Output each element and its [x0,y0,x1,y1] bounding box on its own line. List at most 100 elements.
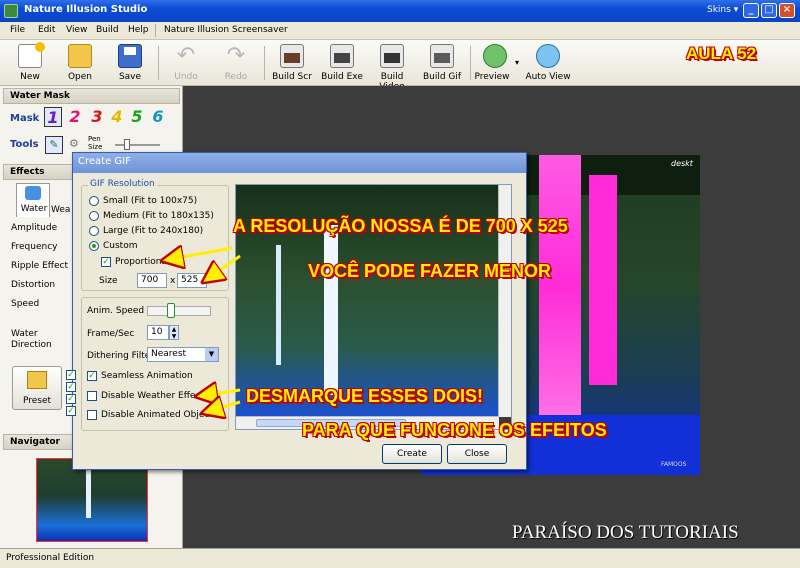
proportional-checkbox[interactable]: ✓ [101,257,111,267]
preview-corner-text: FAMOOS [661,461,687,468]
redo-button[interactable]: ↷ Redo [211,42,261,84]
dialog-close-button[interactable]: Close [447,444,507,464]
param-ripple: Ripple Effect [11,261,68,271]
param-frequency: Frequency [11,242,58,252]
resolution-overlay: A RESOLUÇÃO NOSSA É DE 700 X 525 [233,216,568,236]
anim-speed-slider[interactable] [147,306,211,316]
frame-sec-input[interactable]: 10 [147,325,169,340]
gif-preview-waterfall-small [276,245,281,365]
uncheck-overlay: DESMARQUE ESSES DOIS! [246,386,484,406]
seamless-checkbox[interactable]: ✓ [87,371,97,381]
pen-size-slider-thumb[interactable] [124,139,130,150]
menu-build[interactable]: Build [96,25,119,35]
undo-button[interactable]: ↶ Undo [161,42,211,84]
build-video-button[interactable]: Build Video [367,42,417,92]
proportional-label[interactable]: Proportional [115,257,169,267]
water-tab-icon [25,186,41,200]
effect-checkbox-1[interactable]: ✓ [66,370,76,380]
preview-dropdown-icon[interactable]: ▾ [515,58,519,67]
mask-button-5[interactable]: 5 [128,107,146,127]
param-speed: Speed [11,299,40,309]
chevron-down-icon[interactable]: ▼ [205,348,218,361]
pen-size-slider[interactable] [115,144,160,146]
minimize-button[interactable]: _ [743,3,759,18]
eraser-tool-icon[interactable]: ⚙ [69,137,79,150]
aula-overlay: AULA 52 [686,44,757,63]
param-amplitude: Amplitude [11,223,58,233]
dithering-select[interactable]: Nearest ▼ [147,347,219,362]
disable-weather-checkbox[interactable] [87,391,97,401]
param-distortion: Distortion [11,280,56,290]
effects-overlay: PARA QUE FUNCIONE OS EFEITOS [302,420,607,440]
preview-logo: deskt [671,159,693,168]
undo-arrow-icon: ↶ [176,43,196,68]
water-mask-header: Water Mask [3,88,180,104]
menu-view[interactable]: View [66,25,87,35]
new-button[interactable]: New [5,42,55,84]
radio-medium[interactable] [89,211,99,221]
build-exe-button[interactable]: Build Exe [317,42,367,84]
effect-checkbox-2[interactable]: ✓ [66,382,76,392]
mask-button-1[interactable]: 1 [44,107,62,127]
save-button[interactable]: Save [105,42,155,84]
radio-custom[interactable] [89,241,99,251]
disable-animated-checkbox[interactable] [87,410,97,420]
window-title: Nature Illusion Studio [24,4,148,15]
width-input[interactable]: 700 [137,273,167,288]
tools-label: Tools [10,139,39,150]
mask-button-4[interactable]: 4 [108,107,126,127]
auto-view-button[interactable]: Auto View [523,42,573,84]
tab-water[interactable]: Water [16,183,50,217]
radio-small[interactable] [89,196,99,206]
radio-small-label[interactable]: Small (Fit to 100x75) [103,196,197,206]
radio-custom-label[interactable]: Custom [103,241,137,251]
toolbar-divider [158,46,159,80]
navigator-viewport[interactable] [36,458,148,542]
save-disk-icon [118,44,142,68]
frame-sec-spinner-icon[interactable]: ▲ ▼ [169,325,179,340]
radio-medium-label[interactable]: Medium (Fit to 180x135) [103,211,214,221]
menu-help[interactable]: Help [128,25,149,35]
mask-button-3[interactable]: 3 [88,107,106,127]
anim-speed-label: Anim. Speed [87,306,145,316]
menu-edit[interactable]: Edit [38,25,55,35]
size-x-label: x [170,276,176,286]
menu-screensaver[interactable]: Nature Illusion Screensaver [164,25,288,35]
navigator-thumbnail[interactable] [36,458,148,542]
radio-large-label[interactable]: Large (Fit to 240x180) [103,226,203,236]
dialog-title: Create GIF [73,153,526,173]
param-water-direction: Water Direction [11,329,52,350]
film-icon [380,44,404,68]
watermark: PARAÍSO DOS TUTORIAIS [512,522,739,543]
build-gif-button[interactable]: Build Gif [417,42,467,84]
close-button[interactable]: × [779,3,795,18]
seamless-label[interactable]: Seamless Animation [101,371,193,381]
effect-checkbox-3[interactable]: ✓ [66,394,76,404]
disable-weather-label[interactable]: Disable Weather Effect [101,391,204,401]
disable-animated-label[interactable]: Disable Animated Objects [101,410,218,420]
maximize-button[interactable]: □ [761,3,777,18]
skins-menu[interactable]: Skins ▾ [707,5,738,15]
mask-button-2[interactable]: 2 [66,107,84,127]
size-label: Size [99,276,118,286]
pink-mask-waterfall [539,155,581,415]
pen-tool-icon[interactable]: ✎ [45,136,63,154]
open-button[interactable]: Open [55,42,105,84]
menu-bar: File Edit View Build Help Nature Illusio… [0,22,800,40]
radio-large[interactable] [89,226,99,236]
gif-preview-waterfall [324,225,338,395]
preset-button[interactable]: Preset [12,366,62,410]
preview-magnifier-icon [483,44,507,68]
height-input[interactable]: 525 [177,273,207,288]
dithering-label: Dithering Filter [87,351,154,361]
create-button[interactable]: Create [382,444,442,464]
anim-speed-thumb[interactable] [167,303,175,318]
preview-button[interactable]: Preview ▾ [467,42,523,84]
tab-weather[interactable]: Wea [51,205,70,215]
build-scr-button[interactable]: Build Scr [267,42,317,84]
status-text: Professional Edition [6,553,95,563]
mask-button-6[interactable]: 6 [149,107,167,127]
menu-file[interactable]: File [10,25,25,35]
pen-size-label: Pen Size [88,135,103,151]
effect-checkbox-4[interactable]: ✓ [66,406,76,416]
